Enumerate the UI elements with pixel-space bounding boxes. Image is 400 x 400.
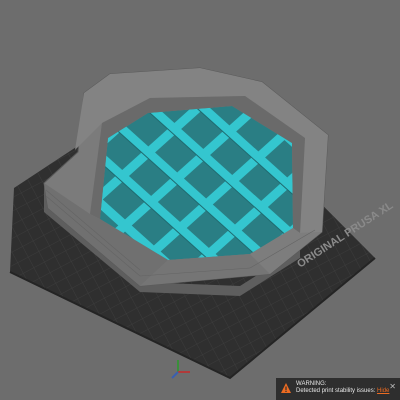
- 3d-viewport[interactable]: ORIGINAL PRUSA XL: [0, 0, 400, 400]
- warning-triangle-icon: [281, 383, 291, 393]
- warning-title: WARNING:: [296, 381, 327, 387]
- warning-message: Detected print stability issues:: [296, 388, 376, 394]
- hide-link[interactable]: Hide: [377, 388, 389, 394]
- axis-gizmo: [171, 360, 190, 379]
- print-stability-warning[interactable]: WARNING: Detected print stability issues…: [276, 378, 400, 400]
- close-icon[interactable]: ✕: [389, 383, 396, 391]
